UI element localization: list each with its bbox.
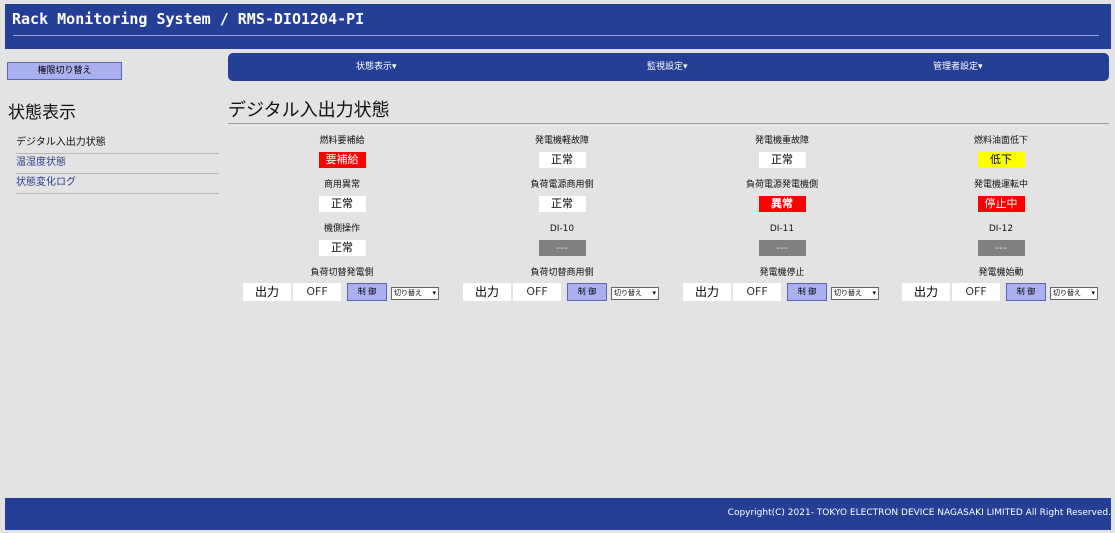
di-label: 機側操作 [323, 224, 360, 234]
do-label: 発電機始動 [978, 268, 1024, 278]
output-label: 出力 [683, 283, 731, 301]
di-load-generator-side: 負荷電源発電機側 異常 [672, 179, 892, 212]
switch-select[interactable]: 切り替え ▾ [611, 287, 659, 300]
app-header: Rack Monitoring System / RMS-DIO1204-PI [5, 4, 1111, 49]
do-generator-stop: 発電機停止 [672, 267, 892, 279]
sidebar-item-temp-humidity[interactable]: 温湿度状態 [16, 154, 219, 174]
do-label: 負荷切替商用側 [530, 268, 594, 278]
di-commercial-fault: 商用異常 正常 [232, 179, 452, 212]
control-button[interactable]: 制 御 [787, 283, 827, 301]
nav-admin-settings[interactable]: 管理者設定▾ [933, 53, 983, 81]
di-label: 発電機軽故障 [534, 136, 589, 146]
di-local-operation: 機側操作 正常 [232, 223, 452, 256]
output-label: 出力 [463, 283, 511, 301]
do-generator-start: 発電機始動 [891, 267, 1111, 279]
copyright-text: Copyright(C) 2021- TOKYO ELECTRON DEVICE… [727, 508, 1111, 518]
do-load-switch-commercial: 負荷切替商用側 [452, 267, 672, 279]
control-button[interactable]: 制 御 [347, 283, 387, 301]
nav-status-display[interactable]: 状態表示▾ [356, 53, 397, 81]
select-value: 切り替え [614, 289, 642, 297]
chevron-down-icon: ▾ [432, 289, 436, 297]
di-label: 商用異常 [323, 180, 360, 190]
sidebar-title: 状態表示 [8, 103, 76, 123]
status-badge: 停止中 [977, 196, 1025, 212]
di-generator-running: 発電機運転中 停止中 [891, 179, 1111, 212]
di-label: 発電機運転中 [973, 180, 1028, 190]
di-fuel-level-low: 燃料油面低下 低下 [891, 135, 1111, 168]
switch-role-button[interactable]: 権限切り替え [7, 62, 122, 80]
di-label: DI-10 [549, 224, 575, 234]
di-label: 負荷電源発電機側 [745, 180, 818, 190]
control-button[interactable]: 制 御 [567, 283, 607, 301]
di-gen-minor-fault: 発電機軽故障 正常 [452, 135, 672, 168]
sidebar-menu: デジタル入出力状態 温湿度状態 状態変化ログ [16, 134, 219, 194]
di-11: DI-11 --- [672, 223, 892, 256]
di-label: 負荷電源商用側 [530, 180, 594, 190]
chevron-down-icon: ▾ [1091, 289, 1095, 297]
do-label: 負荷切替発電側 [310, 268, 374, 278]
di-label: DI-12 [988, 224, 1014, 234]
header-divider [13, 35, 1099, 36]
di-label: 燃料油面低下 [973, 136, 1028, 146]
di-label: 燃料要補給 [319, 136, 365, 146]
status-badge: 異常 [758, 196, 806, 212]
select-value: 切り替え [1053, 289, 1081, 297]
switch-select[interactable]: 切り替え ▾ [1050, 287, 1098, 300]
status-badge: --- [758, 240, 806, 256]
select-value: 切り替え [834, 289, 862, 297]
sidebar-item-state-log[interactable]: 状態変化ログ [16, 174, 219, 194]
output-value: OFF [952, 283, 1000, 301]
output-value: OFF [733, 283, 781, 301]
switch-select[interactable]: 切り替え ▾ [391, 287, 439, 300]
status-badge: --- [977, 240, 1025, 256]
sidebar-item-digital-io[interactable]: デジタル入出力状態 [16, 134, 219, 154]
di-load-commercial-side: 負荷電源商用側 正常 [452, 179, 672, 212]
di-12: DI-12 --- [891, 223, 1111, 256]
status-badge: 要補給 [318, 152, 366, 168]
status-badge: 正常 [318, 196, 366, 212]
chevron-down-icon: ▾ [652, 289, 656, 297]
status-badge: 正常 [538, 152, 586, 168]
di-fuel-refill: 燃料要補給 要補給 [232, 135, 452, 168]
app-title: Rack Monitoring System / RMS-DIO1204-PI [12, 10, 365, 28]
di-gen-major-fault: 発電機重故障 正常 [672, 135, 892, 168]
di-label: 発電機重故障 [754, 136, 809, 146]
output-label: 出力 [902, 283, 950, 301]
title-divider [228, 123, 1109, 124]
output-label: 出力 [243, 283, 291, 301]
control-button[interactable]: 制 御 [1006, 283, 1046, 301]
output-value: OFF [293, 283, 341, 301]
main-nav: 状態表示▾ 監視設定▾ 管理者設定▾ [228, 53, 1109, 81]
status-badge: 正常 [538, 196, 586, 212]
status-badge: 正常 [758, 152, 806, 168]
switch-select[interactable]: 切り替え ▾ [831, 287, 879, 300]
page-title: デジタル入出力状態 [228, 100, 390, 121]
chevron-down-icon: ▾ [872, 289, 876, 297]
output-value: OFF [513, 283, 561, 301]
status-badge: --- [538, 240, 586, 256]
nav-monitor-settings[interactable]: 監視設定▾ [647, 53, 688, 81]
di-10: DI-10 --- [452, 223, 672, 256]
app-footer: Copyright(C) 2021- TOKYO ELECTRON DEVICE… [5, 498, 1111, 530]
status-badge: 正常 [318, 240, 366, 256]
select-value: 切り替え [394, 289, 422, 297]
di-label: DI-11 [769, 224, 795, 234]
do-label: 発電機停止 [759, 268, 805, 278]
status-badge: 低下 [977, 152, 1025, 168]
do-load-switch-generator: 負荷切替発電側 [232, 267, 452, 279]
